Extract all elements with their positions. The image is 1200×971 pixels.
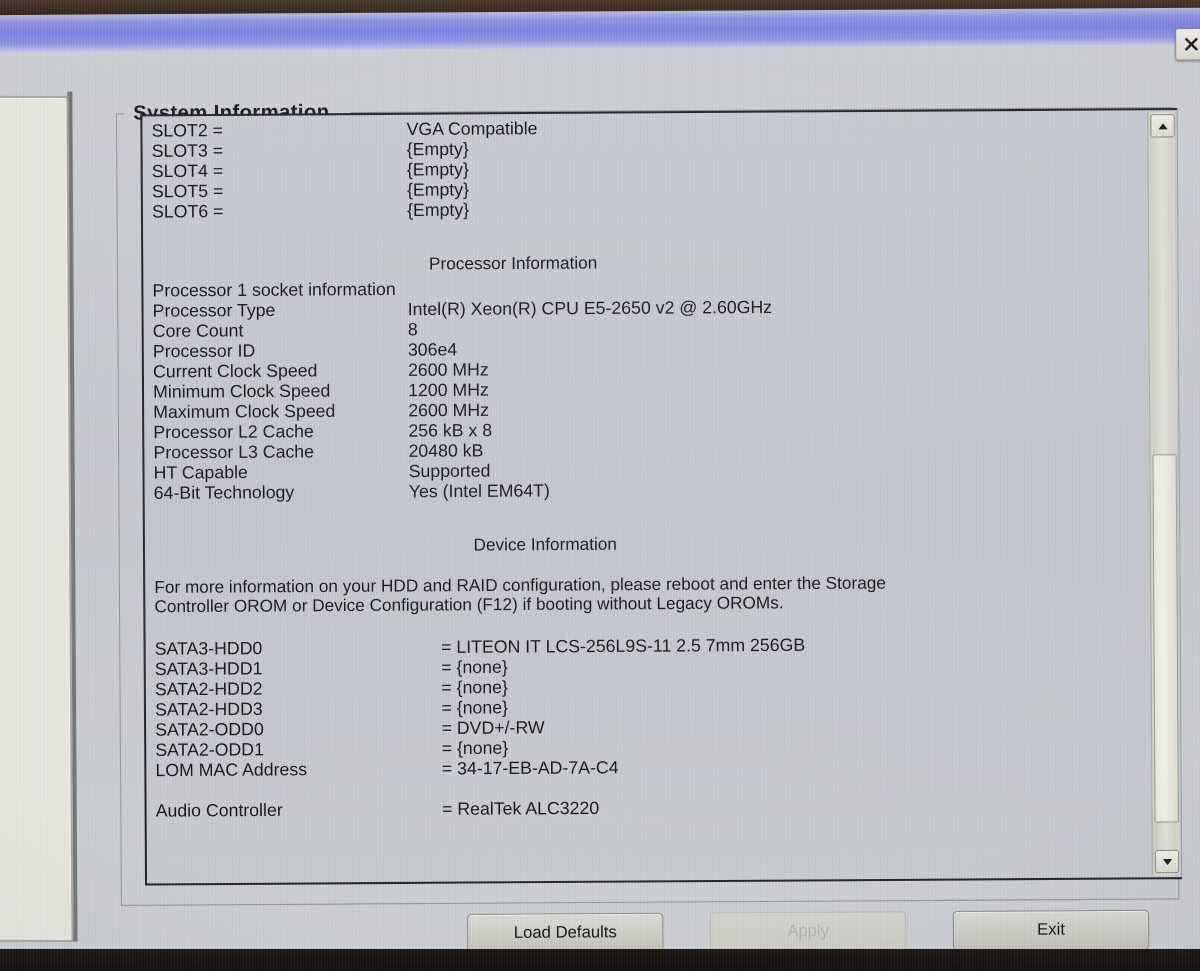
- vertical-scrollbar[interactable]: [1147, 112, 1180, 876]
- processor-label: HT Capable: [153, 461, 248, 483]
- device-value: = {none}: [441, 656, 508, 678]
- device-label: SATA3-HDD1: [154, 658, 263, 680]
- slot-label: SLOT5 =: [151, 180, 224, 202]
- audio-controller-value: = RealTek ALC3220: [442, 797, 600, 819]
- processor-value: Supported: [408, 460, 491, 482]
- processor-label: Current Clock Speed: [152, 360, 318, 382]
- device-label: SATA2-ODD1: [155, 739, 264, 760]
- processor-value: 20480 kB: [408, 440, 484, 461]
- processor-label: Core Count: [152, 320, 244, 342]
- device-value: = {none}: [441, 676, 508, 698]
- audio-controller-label: Audio Controller: [155, 799, 283, 821]
- device-label: SATA3-HDD0: [154, 637, 263, 659]
- processor-value: Yes (Intel EM64T): [408, 480, 550, 502]
- processor-value: 256 kB x 8: [408, 419, 493, 441]
- processor-value: Intel(R) Xeon(R) CPU E5-2650 v2 @ 2.60GH…: [407, 296, 773, 320]
- processor-label: Processor L3 Cache: [153, 441, 315, 463]
- system-information-content: SLOT2 = VGA Compatible SLOT3 = {Empty} S…: [142, 110, 1181, 883]
- slot-value: {Empty}: [406, 179, 470, 200]
- slot-label: SLOT2 =: [151, 119, 223, 141]
- processor-value: 8: [407, 319, 418, 340]
- slot-label: SLOT3 =: [151, 140, 224, 161]
- processor-label: Processor ID: [152, 340, 256, 362]
- slot-label: SLOT4 =: [151, 160, 224, 182]
- groupbox-top-line-left: [116, 113, 125, 115]
- processor-label: Processor Type: [152, 299, 276, 321]
- device-value: = LITEON IT LCS-256L9S-11 2.5 7mm 256GB: [441, 634, 806, 658]
- slot-value: {Empty}: [406, 138, 469, 160]
- apply-button: Apply: [709, 911, 907, 953]
- system-information-content-panel: SLOT2 = VGA Compatible SLOT3 = {Empty} S…: [140, 108, 1183, 886]
- device-label: SATA2-HDD2: [154, 678, 263, 700]
- scroll-down-arrow-icon[interactable]: [1154, 849, 1180, 874]
- bios-system-information-screenshot: System Information SLOT2 = VGA Compatibl…: [0, 0, 1200, 971]
- processor-value: 2600 MHz: [408, 399, 490, 421]
- slot-label: SLOT6 =: [151, 200, 224, 222]
- device-label: LOM MAC Address: [155, 759, 308, 781]
- scroll-up-arrow-icon[interactable]: [1150, 114, 1175, 138]
- screen-area: System Information SLOT2 = VGA Compatibl…: [0, 7, 1200, 959]
- device-label: SATA2-HDD3: [155, 698, 263, 720]
- processor-value: 1200 MHz: [408, 379, 489, 401]
- slot-value: VGA Compatible: [406, 118, 538, 140]
- processor-value: 306e4: [407, 339, 458, 360]
- bios-dialog: System Information SLOT2 = VGA Compatibl…: [0, 44, 1200, 959]
- scrollbar-thumb[interactable]: [1152, 454, 1179, 823]
- slot-value: {Empty}: [406, 199, 470, 221]
- close-icon[interactable]: [1175, 27, 1200, 61]
- device-value: = {none}: [441, 737, 509, 759]
- slot-value: {Empty}: [406, 158, 469, 180]
- device-value: = 34-17-EB-AD-7A-C4: [441, 757, 619, 779]
- processor-value: 2600 MHz: [407, 359, 489, 380]
- device-value: = DVD+/-RW: [441, 717, 545, 738]
- device-label: SATA2-ODD0: [155, 718, 264, 740]
- processor-label: 64-Bit Technology: [153, 481, 295, 503]
- exit-button[interactable]: Exit: [952, 909, 1150, 952]
- monitor-bezel-bottom: [0, 949, 1200, 971]
- navigation-tree-pane[interactable]: [0, 95, 74, 943]
- processor-label: Processor L2 Cache: [153, 420, 314, 443]
- device-value: = {none}: [441, 697, 509, 718]
- processor-socket-label: Processor 1 socket information: [152, 278, 396, 301]
- processor-label: Minimum Clock Speed: [153, 380, 331, 402]
- processor-label: Maximum Clock Speed: [153, 400, 336, 422]
